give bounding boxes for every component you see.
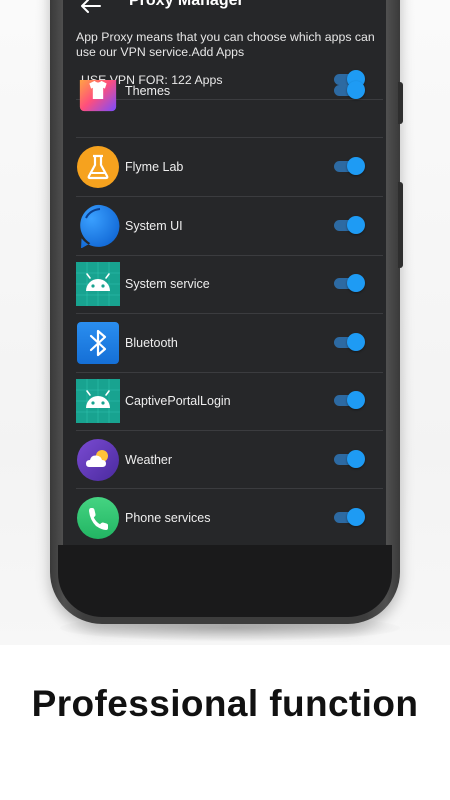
app-toggle-captive-portal-login[interactable]	[334, 391, 365, 409]
promo-caption: Professional function	[31, 683, 419, 724]
android-icon	[76, 262, 120, 306]
app-toggle-bluetooth[interactable]	[334, 333, 365, 351]
app-row-themes[interactable]: Themes	[63, 80, 386, 138]
app-toggle-weather[interactable]	[334, 450, 365, 468]
app-toggle-flyme-lab[interactable]	[334, 157, 365, 175]
phone-bottom-bezel	[58, 545, 392, 617]
app-name: System UI	[125, 219, 183, 233]
toggle-knob	[347, 274, 365, 292]
app-name: Bluetooth	[125, 336, 178, 350]
app-name: Flyme Lab	[125, 160, 184, 174]
app-row-weather[interactable]: Weather	[63, 431, 386, 489]
app-screen: Proxy Manager App Proxy means that you c…	[63, 0, 386, 545]
app-row-system-ui[interactable]: System UI	[63, 197, 386, 255]
toggle-knob	[347, 450, 365, 468]
flyme-lab-icon	[77, 146, 119, 188]
app-row-flyme-lab[interactable]: Flyme Lab	[63, 138, 386, 196]
toggle-knob	[347, 81, 365, 99]
phone-side-button-top	[398, 82, 403, 124]
toggle-knob	[347, 508, 365, 526]
themes-icon	[79, 80, 117, 112]
weather-icon	[77, 439, 119, 481]
system-ui-icon	[80, 204, 120, 248]
app-name: CaptivePortalLogin	[125, 394, 231, 408]
app-name: System service	[125, 277, 210, 291]
app-row-bluetooth[interactable]: Bluetooth	[63, 314, 386, 372]
app-name: Phone services	[125, 511, 211, 525]
toggle-knob	[347, 391, 365, 409]
toggle-knob	[347, 216, 365, 234]
app-row-phone-services[interactable]: Phone services	[63, 489, 386, 545]
app-name: Weather	[125, 453, 173, 467]
page-title: Proxy Manager	[129, 0, 244, 9]
app-name: Themes	[125, 84, 171, 98]
phone-icon	[77, 497, 119, 539]
phone-side-button-bottom	[398, 182, 403, 268]
android-icon	[76, 379, 120, 423]
app-row-system-service[interactable]: System service	[63, 255, 386, 313]
app-row-captive-portal-login[interactable]: CaptivePortalLogin	[63, 372, 386, 430]
proxy-description: App Proxy means that you can choose whic…	[76, 30, 375, 59]
app-toggle-system-service[interactable]	[334, 274, 365, 292]
app-header: Proxy Manager	[63, 0, 386, 20]
app-toggle-system-ui[interactable]	[334, 216, 365, 234]
toggle-knob	[347, 333, 365, 351]
toggle-knob	[347, 157, 365, 175]
bluetooth-icon	[77, 322, 119, 364]
app-toggle-phone-services[interactable]	[334, 508, 365, 526]
back-arrow-icon[interactable]	[79, 0, 101, 14]
app-toggle-themes[interactable]	[334, 81, 365, 99]
